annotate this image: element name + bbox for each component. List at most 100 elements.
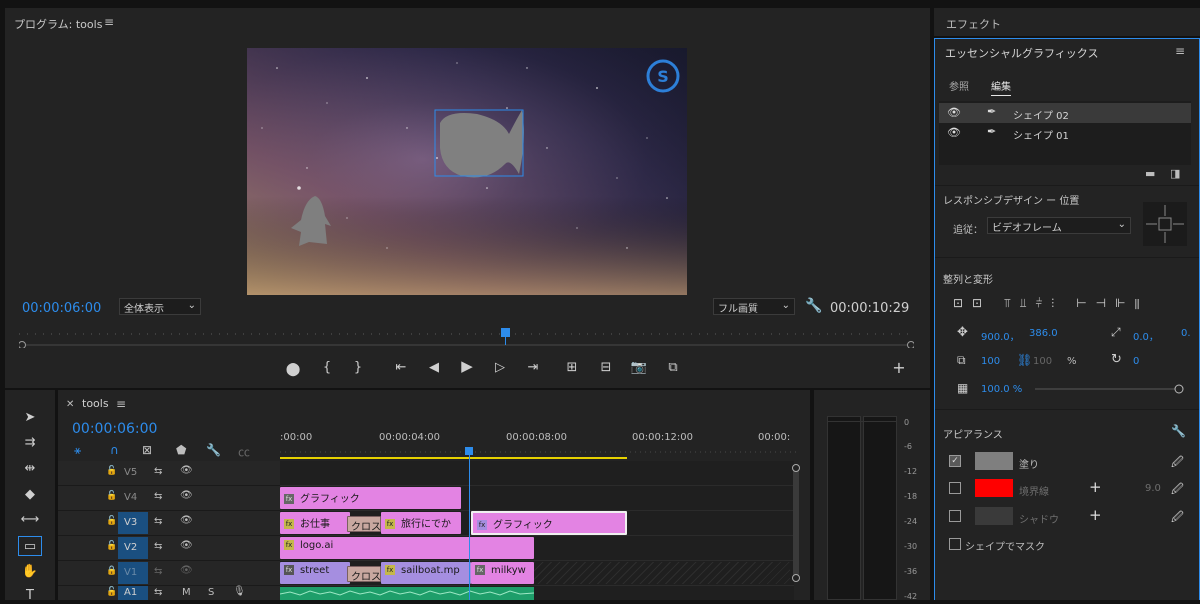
eye-icon[interactable]: 👁 (947, 126, 961, 139)
stroke-checkbox[interactable] (949, 482, 961, 494)
selection-tool-icon[interactable]: ➤ (20, 408, 40, 426)
lock-icon[interactable]: 🔓 (106, 516, 117, 526)
quality-dropdown[interactable]: フル画質 ⌄ (713, 298, 795, 315)
rotation-value[interactable]: 0 (1133, 356, 1139, 367)
transition-cross-v1[interactable]: クロス (347, 566, 381, 582)
eye-icon[interactable]: 👁 (947, 106, 961, 119)
rectangle-tool-icon[interactable]: ▭ (18, 536, 42, 556)
add-button-icon[interactable]: + (889, 358, 909, 377)
eyedropper-icon[interactable]: 🖉 (1171, 508, 1184, 529)
nest-icon[interactable]: ⚹ (74, 443, 81, 458)
align-vertical-icon[interactable]: ⫪⫫⫩⫶ (1004, 296, 1063, 310)
lock-icon[interactable]: 🔓 (106, 541, 117, 551)
align-to-video-icon[interactable]: ⊡⊡ (953, 296, 991, 310)
clip-work-v3[interactable]: fx お仕事 (280, 512, 350, 534)
follow-dropdown[interactable]: ビデオフレーム ⌄ (987, 217, 1131, 234)
add-marker-icon[interactable]: ⬟ (176, 443, 186, 457)
sync-lock-icon[interactable]: ⇆ (154, 516, 162, 527)
audio-clip-a1[interactable] (280, 587, 534, 600)
shadow-color-swatch[interactable] (975, 507, 1013, 525)
eye-icon[interactable]: 👁 (180, 565, 193, 576)
eye-icon[interactable]: 👁 (180, 515, 193, 526)
extract-icon[interactable]: ⊟ (596, 358, 616, 376)
go-to-out-icon[interactable]: ⇥ (523, 358, 543, 376)
anchor-y-value[interactable]: 0. (1181, 328, 1191, 339)
clip-travel-v3[interactable]: fx 旅行にでか (381, 512, 461, 534)
clip-street-v1[interactable]: fx street (280, 562, 350, 584)
position-x-value[interactable]: 900.0， (981, 328, 1020, 343)
essential-graphics-title[interactable]: エッセンシャルグラフィックス (945, 45, 1098, 61)
track-name[interactable]: V1 (118, 562, 148, 584)
timeline-playhead[interactable] (469, 447, 470, 600)
zoom-dropdown[interactable]: 全体表示 ⌄ (119, 298, 201, 315)
pin-grid-icon[interactable] (1143, 202, 1187, 246)
sync-lock-icon[interactable]: ⇆ (154, 541, 162, 552)
track-name[interactable]: V4 (124, 492, 137, 503)
eyedropper-icon[interactable]: 🖉 (1171, 453, 1184, 474)
snap-icon[interactable]: ∩ (110, 443, 119, 457)
clip-graphic-v3[interactable]: fx グラフィック (471, 511, 627, 535)
align-horizontal-icon[interactable]: ⊢⊣⊩⫴ (1076, 296, 1148, 310)
program-monitor-title[interactable]: プログラム: tools (14, 16, 102, 32)
folder-icon[interactable]: ▬ (1145, 167, 1155, 180)
panel-menu-icon[interactable]: ≡ (104, 15, 114, 29)
stroke-color-swatch[interactable] (975, 479, 1013, 497)
linked-selection-icon[interactable]: ⊠ (142, 443, 152, 457)
video-frame[interactable]: S (247, 48, 687, 295)
panel-menu-icon[interactable]: ≡ (1175, 44, 1185, 58)
transition-cross-v3[interactable]: クロス (347, 516, 381, 532)
add-stroke-icon[interactable]: + (1089, 478, 1102, 496)
clip-sailboat-v1[interactable]: fx sailboat.mp (381, 562, 471, 584)
step-back-icon[interactable]: ◀︎ (424, 358, 444, 376)
step-forward-icon[interactable]: ▷ (490, 358, 510, 376)
clip-milky-v1[interactable]: fx milkyw (471, 562, 534, 584)
add-shadow-icon[interactable]: + (1089, 506, 1102, 524)
timeline-timecode[interactable]: 00:00:06:00 (72, 421, 157, 437)
play-icon[interactable]: ▶︎ (457, 357, 477, 375)
stroke-width-value[interactable]: 9.0 (1145, 483, 1161, 494)
track-name[interactable]: V5 (124, 467, 137, 478)
eye-icon[interactable]: 👁 (180, 540, 193, 551)
track-area[interactable]: fx グラフィック fx お仕事 クロス fx 旅行にでか fx グラフィック fx lo… (280, 447, 794, 600)
program-timecode-current[interactable]: 00:00:06:00 (22, 301, 101, 316)
slip-tool-icon[interactable]: ⟷ (20, 510, 40, 528)
lift-icon[interactable]: ⊞ (562, 358, 582, 376)
captions-icon[interactable]: ㏄ (238, 443, 250, 460)
opacity-value[interactable]: 100.0 % (981, 384, 1022, 395)
new-layer-icon[interactable]: ◨ (1170, 167, 1180, 180)
mark-out-icon[interactable]: } (348, 358, 368, 376)
ripple-edit-tool-icon[interactable]: ⇹ (20, 459, 40, 477)
camera-icon[interactable]: 📷 (629, 358, 649, 376)
marker-icon[interactable]: ⬤ (283, 360, 303, 378)
link-icon[interactable]: ⛓ (1017, 353, 1032, 367)
fill-color-swatch[interactable] (975, 452, 1013, 470)
lock-icon[interactable]: 🔓 (106, 491, 117, 501)
lock-icon[interactable]: 🔓 (106, 587, 117, 597)
tab-edit[interactable]: 編集 (991, 78, 1011, 96)
type-tool-icon[interactable]: T (20, 586, 40, 604)
panel-menu-icon[interactable]: ≡ (116, 397, 126, 411)
layer-item-shape-02[interactable]: 👁 ✒ シェイプ 02 (939, 103, 1191, 123)
anchor-x-value[interactable]: 0.0， (1133, 328, 1159, 343)
eye-icon[interactable]: 👁 (180, 490, 193, 501)
eyedropper-icon[interactable]: 🖉 (1171, 480, 1184, 501)
wrench-icon[interactable]: 🔧 (1171, 424, 1186, 438)
scale-value[interactable]: 100 (981, 356, 1000, 367)
track-name[interactable]: V3 (118, 512, 148, 534)
razor-tool-icon[interactable]: ◆ (20, 485, 40, 503)
track-name[interactable]: A1 (118, 586, 148, 600)
sync-lock-icon[interactable]: ⇆ (154, 466, 162, 477)
opacity-slider[interactable] (1035, 384, 1185, 394)
shadow-checkbox[interactable] (949, 510, 961, 522)
track-name[interactable]: V2 (118, 537, 148, 559)
close-icon[interactable]: ✕ (66, 399, 74, 410)
layer-item-shape-01[interactable]: 👁 ✒ シェイプ 01 (939, 123, 1191, 143)
wrench-icon[interactable]: 🔧 (206, 443, 221, 457)
microphone-icon[interactable]: 🎙 (233, 586, 246, 597)
vertical-scrollbar[interactable] (791, 463, 801, 583)
lock-icon[interactable]: 🔒 (106, 566, 117, 576)
wrench-icon[interactable]: 🔧 (805, 298, 822, 314)
mark-in-icon[interactable]: { (317, 358, 337, 376)
eye-icon[interactable]: 👁 (180, 465, 193, 476)
sync-lock-icon[interactable]: ⇆ (154, 587, 162, 598)
